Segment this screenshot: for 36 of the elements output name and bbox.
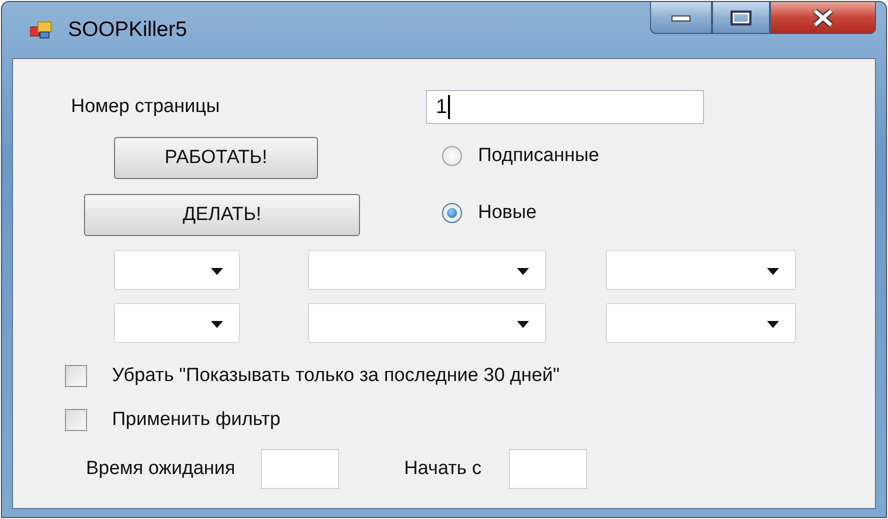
minimize-icon: [671, 14, 691, 22]
checkbox[interactable]: [65, 365, 87, 387]
radio-button[interactable]: [442, 146, 462, 166]
field-label: Начать с: [404, 458, 482, 480]
checkbox-label: Убрать "Показывать только за последние 30 дней": [112, 365, 560, 387]
maximize-button[interactable]: [712, 2, 770, 34]
action-button[interactable]: РАБОТАТЬ!: [114, 137, 318, 179]
dropdown[interactable]: [308, 303, 546, 343]
input-field[interactable]: [261, 449, 340, 489]
dropdown[interactable]: [606, 250, 796, 290]
radio-label: Новые: [478, 202, 537, 224]
caret-icon: [211, 268, 223, 275]
dropdown[interactable]: [114, 250, 240, 290]
input-field[interactable]: [509, 449, 588, 489]
page-number-label: Номер страницы: [71, 96, 221, 118]
dropdown[interactable]: [308, 250, 546, 290]
dropdown[interactable]: [606, 303, 796, 343]
page-number-field[interactable]: 1: [426, 90, 704, 124]
minimize-button[interactable]: [650, 2, 712, 34]
action-button[interactable]: ДЕЛАТЬ!: [84, 194, 360, 236]
caret-icon: [767, 321, 779, 328]
checkbox[interactable]: [65, 409, 87, 431]
app-icon: [30, 21, 52, 39]
caret-icon: [517, 268, 529, 275]
field-label: Время ожидания: [86, 458, 236, 480]
close-icon: [811, 8, 835, 28]
window-title: SOOPKiller5: [68, 18, 188, 42]
radio-label: Подписанные: [478, 145, 600, 167]
close-button[interactable]: [770, 2, 876, 34]
caret-icon: [211, 321, 223, 328]
maximize-icon: [730, 10, 752, 26]
caret-icon: [517, 321, 529, 328]
caret-icon: [767, 268, 779, 275]
radio-button[interactable]: [442, 203, 462, 223]
dropdown[interactable]: [114, 303, 240, 343]
checkbox-label: Применить фильтр: [112, 409, 280, 431]
